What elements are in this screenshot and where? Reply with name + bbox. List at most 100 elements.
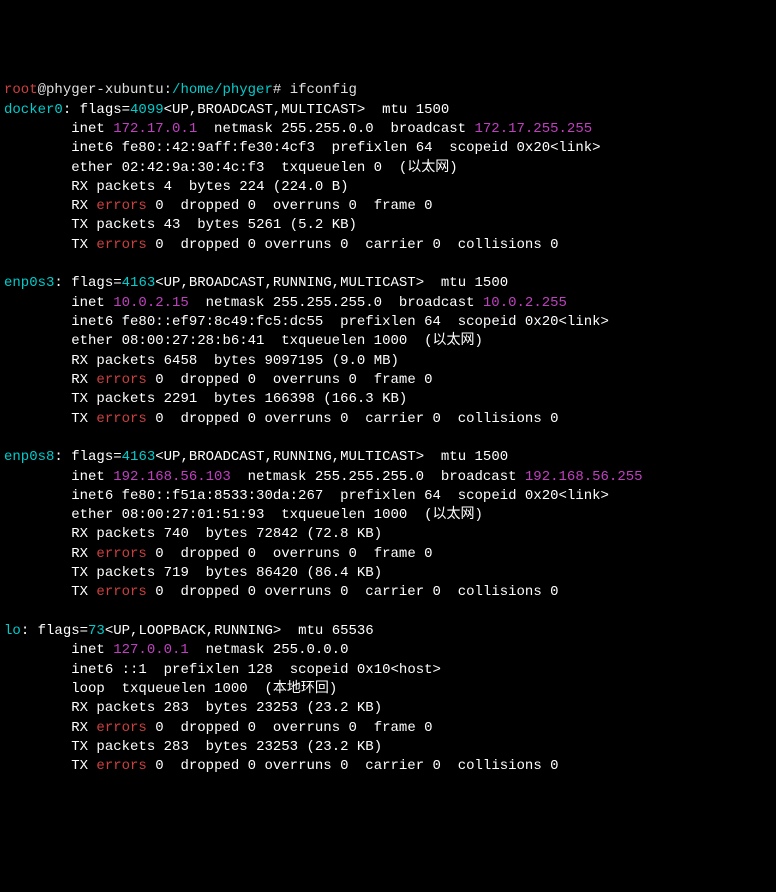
- tx-bytes: 23253: [256, 739, 298, 755]
- iface-type: (以太网): [424, 333, 483, 349]
- rx-human: (9.0 MB): [332, 353, 399, 369]
- flags-num: 4099: [130, 102, 164, 118]
- tx-human: (5.2 KB): [290, 217, 357, 233]
- tx-human: (23.2 KB): [307, 739, 383, 755]
- tx-err: 0: [155, 411, 163, 427]
- inet6: ::1: [122, 662, 147, 678]
- scope-txt: <link>: [559, 488, 609, 504]
- inet6: fe80::ef97:8c49:fc5:dc55: [122, 314, 324, 330]
- rx-errors-label: errors: [96, 720, 146, 736]
- tx-human: (166.3 KB): [323, 391, 407, 407]
- scopeid: 0x20: [517, 140, 551, 156]
- broadcast: 172.17.255.255: [475, 121, 593, 137]
- rx-errors-label: errors: [96, 198, 146, 214]
- rx-frame: 0: [424, 546, 432, 562]
- rx-over: 0: [349, 198, 357, 214]
- mtu: 1500: [416, 102, 450, 118]
- tx-coll: 0: [550, 411, 558, 427]
- tx-drop: 0: [248, 584, 256, 600]
- prefixlen: 64: [424, 488, 441, 504]
- rx-bytes: 224: [239, 179, 264, 195]
- mac: 08:00:27:28:b6:41: [122, 333, 265, 349]
- tx-over: 0: [340, 411, 348, 427]
- tx-carrier: 0: [433, 584, 441, 600]
- rx-err: 0: [155, 198, 163, 214]
- cwd: /home/phyger: [172, 82, 273, 98]
- netmask: 255.255.0.0: [281, 121, 373, 137]
- iface-block-lo: lo: flags=73<UP,LOOPBACK,RUNNING> mtu 65…: [4, 623, 559, 774]
- iface-block-docker0: docker0: flags=4099<UP,BROADCAST,MULTICA…: [4, 102, 601, 253]
- tx-coll: 0: [550, 758, 558, 774]
- rx-human: (224.0 B): [273, 179, 349, 195]
- tx-errors-label: errors: [96, 758, 146, 774]
- tx-drop: 0: [248, 758, 256, 774]
- tx-over: 0: [340, 758, 348, 774]
- rx-human: (23.2 KB): [307, 700, 383, 716]
- tx-errors-label: errors: [96, 584, 146, 600]
- prefixlen: 64: [416, 140, 433, 156]
- broadcast: 10.0.2.255: [483, 295, 567, 311]
- rx-over: 0: [349, 720, 357, 736]
- loop: loop: [71, 681, 105, 697]
- tx-packets: 283: [164, 739, 189, 755]
- rx-over: 0: [349, 546, 357, 562]
- flags-list: UP,BROADCAST,MULTICAST: [172, 102, 357, 118]
- tx-err: 0: [155, 758, 163, 774]
- rx-bytes: 23253: [256, 700, 298, 716]
- path-sep: :: [164, 82, 172, 98]
- rx-packets: 6458: [164, 353, 198, 369]
- prompt: root@phyger-xubuntu:/home/phyger# ifconf…: [4, 82, 357, 98]
- tx-bytes: 5261: [248, 217, 282, 233]
- flags-list: UP,BROADCAST,RUNNING,MULTICAST: [164, 275, 416, 291]
- rx-errors-label: errors: [96, 546, 146, 562]
- rx-human: (72.8 KB): [307, 526, 383, 542]
- iface-name: lo: [4, 623, 21, 639]
- mac: 08:00:27:01:51:93: [122, 507, 265, 523]
- tx-packets: 43: [164, 217, 181, 233]
- inet: 192.168.56.103: [113, 469, 231, 485]
- txq: 1000: [374, 333, 408, 349]
- tx-over: 0: [340, 237, 348, 253]
- tx-human: (86.4 KB): [307, 565, 383, 581]
- rx-frame: 0: [424, 372, 432, 388]
- tx-carrier: 0: [433, 237, 441, 253]
- scope-txt: <link>: [550, 140, 600, 156]
- tx-drop: 0: [248, 411, 256, 427]
- scope-txt: <link>: [559, 314, 609, 330]
- inet: 127.0.0.1: [113, 642, 189, 658]
- mtu: 1500: [475, 275, 509, 291]
- tx-drop: 0: [248, 237, 256, 253]
- tx-bytes: 86420: [256, 565, 298, 581]
- inet: 172.17.0.1: [113, 121, 197, 137]
- rx-packets: 283: [164, 700, 189, 716]
- rx-err: 0: [155, 720, 163, 736]
- flags-num: 4163: [122, 449, 156, 465]
- scope-txt: <host>: [391, 662, 441, 678]
- tx-packets: 719: [164, 565, 189, 581]
- mtu: 65536: [332, 623, 374, 639]
- prompt-symbol: #: [273, 82, 281, 98]
- txq: 1000: [214, 681, 248, 697]
- netmask: 255.255.255.0: [315, 469, 424, 485]
- rx-drop: 0: [248, 372, 256, 388]
- tx-coll: 0: [550, 584, 558, 600]
- rx-err: 0: [155, 546, 163, 562]
- iface-block-enp0s8: enp0s8: flags=4163<UP,BROADCAST,RUNNING,…: [4, 449, 643, 600]
- rx-drop: 0: [248, 546, 256, 562]
- tx-err: 0: [155, 237, 163, 253]
- tx-carrier: 0: [433, 411, 441, 427]
- inet6: fe80::42:9aff:fe30:4cf3: [122, 140, 315, 156]
- rx-frame: 0: [424, 198, 432, 214]
- mac: 02:42:9a:30:4c:f3: [122, 160, 265, 176]
- scopeid: 0x10: [357, 662, 391, 678]
- tx-over: 0: [340, 584, 348, 600]
- iface-type: (以太网): [399, 160, 458, 176]
- scopeid: 0x20: [525, 314, 559, 330]
- prefixlen: 64: [424, 314, 441, 330]
- rx-packets: 740: [164, 526, 189, 542]
- terminal-output[interactable]: root@phyger-xubuntu:/home/phyger# ifconf…: [4, 81, 772, 796]
- flags-num: 73: [88, 623, 105, 639]
- inet6: fe80::f51a:8533:30da:267: [122, 488, 324, 504]
- rx-bytes: 72842: [256, 526, 298, 542]
- user: root: [4, 82, 38, 98]
